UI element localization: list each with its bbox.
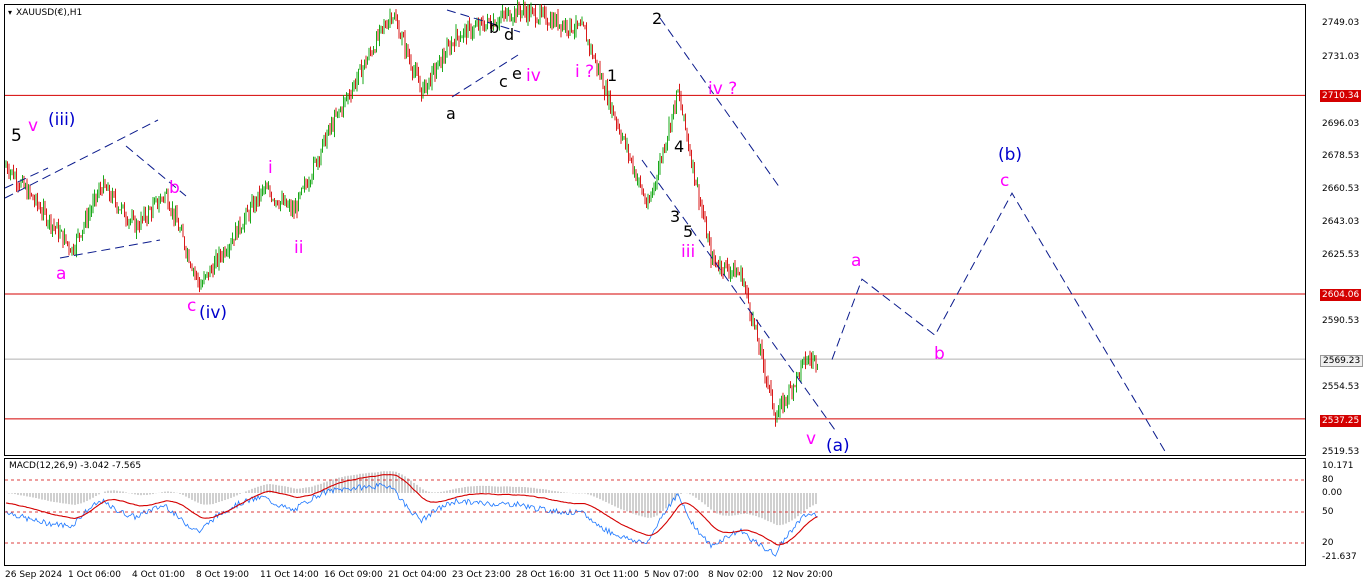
price-tick: 2519.53 xyxy=(1322,447,1360,457)
time-tick: 11 Oct 14:00 xyxy=(260,570,319,580)
time-tick: 21 Oct 04:00 xyxy=(388,570,447,580)
macd-tick: 80 xyxy=(1322,475,1334,485)
wave-label: (a) xyxy=(826,436,850,456)
price-tick: 2590.53 xyxy=(1322,316,1360,326)
trendline xyxy=(659,17,781,189)
chart-window[interactable]: XAUUSD(€),H1 MACD(12,26,9) -3.042 -7.565… xyxy=(0,0,1366,588)
level-price-tag: 2537.25 xyxy=(1320,415,1362,427)
time-tick: 28 Oct 16:00 xyxy=(516,570,575,580)
trendline xyxy=(4,167,49,189)
macd-tick: 0.00 xyxy=(1322,488,1343,498)
price-tick: 2696.03 xyxy=(1322,119,1360,129)
level-price-tag: 2604.06 xyxy=(1320,289,1362,301)
price-tick: 2678.53 xyxy=(1322,151,1360,161)
time-tick: 8 Nov 02:00 xyxy=(708,570,763,580)
wave-label: iv xyxy=(526,66,541,86)
time-tick: 8 Oct 19:00 xyxy=(196,570,249,580)
price-tick: 2749.03 xyxy=(1322,18,1360,28)
wave-label: a xyxy=(56,264,67,284)
wave-label: ii xyxy=(294,238,304,258)
time-tick: 4 Oct 01:00 xyxy=(132,570,185,580)
wave-label: a xyxy=(446,104,456,123)
wave-label: c xyxy=(499,72,508,91)
time-tick: 31 Oct 11:00 xyxy=(580,570,639,580)
time-tick: 12 Nov 20:00 xyxy=(772,570,833,580)
trendline xyxy=(641,159,836,431)
macd-tick: -21.637 xyxy=(1322,552,1357,562)
projection-line xyxy=(831,192,1167,454)
wave-label: i xyxy=(268,158,273,178)
time-tick: 23 Oct 23:00 xyxy=(452,570,511,580)
wave-label: a xyxy=(851,251,862,271)
wave-label: b xyxy=(169,178,180,198)
wave-label: 5 xyxy=(683,222,694,241)
time-tick: 16 Oct 09:00 xyxy=(324,570,383,580)
chart-plot xyxy=(4,0,1305,557)
wave-label: v xyxy=(806,429,817,449)
wave-label: b xyxy=(489,18,500,37)
wave-label: 2 xyxy=(652,9,663,28)
wave-label: c xyxy=(187,296,197,316)
wave-label: i ? xyxy=(575,62,595,82)
wave-label: d xyxy=(504,25,515,44)
price-tick: 2554.53 xyxy=(1322,382,1360,392)
wave-label: iii xyxy=(681,242,696,262)
wave-label: c xyxy=(1000,171,1010,191)
macd-tick: 10.171 xyxy=(1322,461,1354,471)
time-tick: 5 Nov 07:00 xyxy=(644,570,699,580)
price-tick: 2660.53 xyxy=(1322,184,1360,194)
time-tick: 1 Oct 06:00 xyxy=(68,570,121,580)
macd-tick: 20 xyxy=(1322,538,1334,548)
trendline xyxy=(451,54,519,98)
price-tick: 2731.03 xyxy=(1322,52,1360,62)
wave-label: 4 xyxy=(674,137,685,156)
price-tick: 2625.53 xyxy=(1322,250,1360,260)
price-tick: 2643.03 xyxy=(1322,217,1360,227)
wave-label: e xyxy=(512,64,522,83)
wave-label: iv ? xyxy=(708,79,738,99)
wave-label: 3 xyxy=(670,207,681,226)
macd-tick: 50 xyxy=(1322,507,1334,517)
level-price-tag: 2710.34 xyxy=(1320,90,1362,102)
wave-label: 1 xyxy=(607,66,618,85)
current-price-tag: 2569.23 xyxy=(1320,355,1364,367)
wave-label: 5 xyxy=(11,126,22,146)
wave-label: b xyxy=(934,344,945,364)
wave-label: v xyxy=(28,116,39,136)
wave-label: (b) xyxy=(998,145,1023,165)
wave-label: (iii) xyxy=(48,110,76,130)
wave-label: (iv) xyxy=(199,303,228,323)
time-tick: 26 Sep 2024 xyxy=(5,570,63,580)
